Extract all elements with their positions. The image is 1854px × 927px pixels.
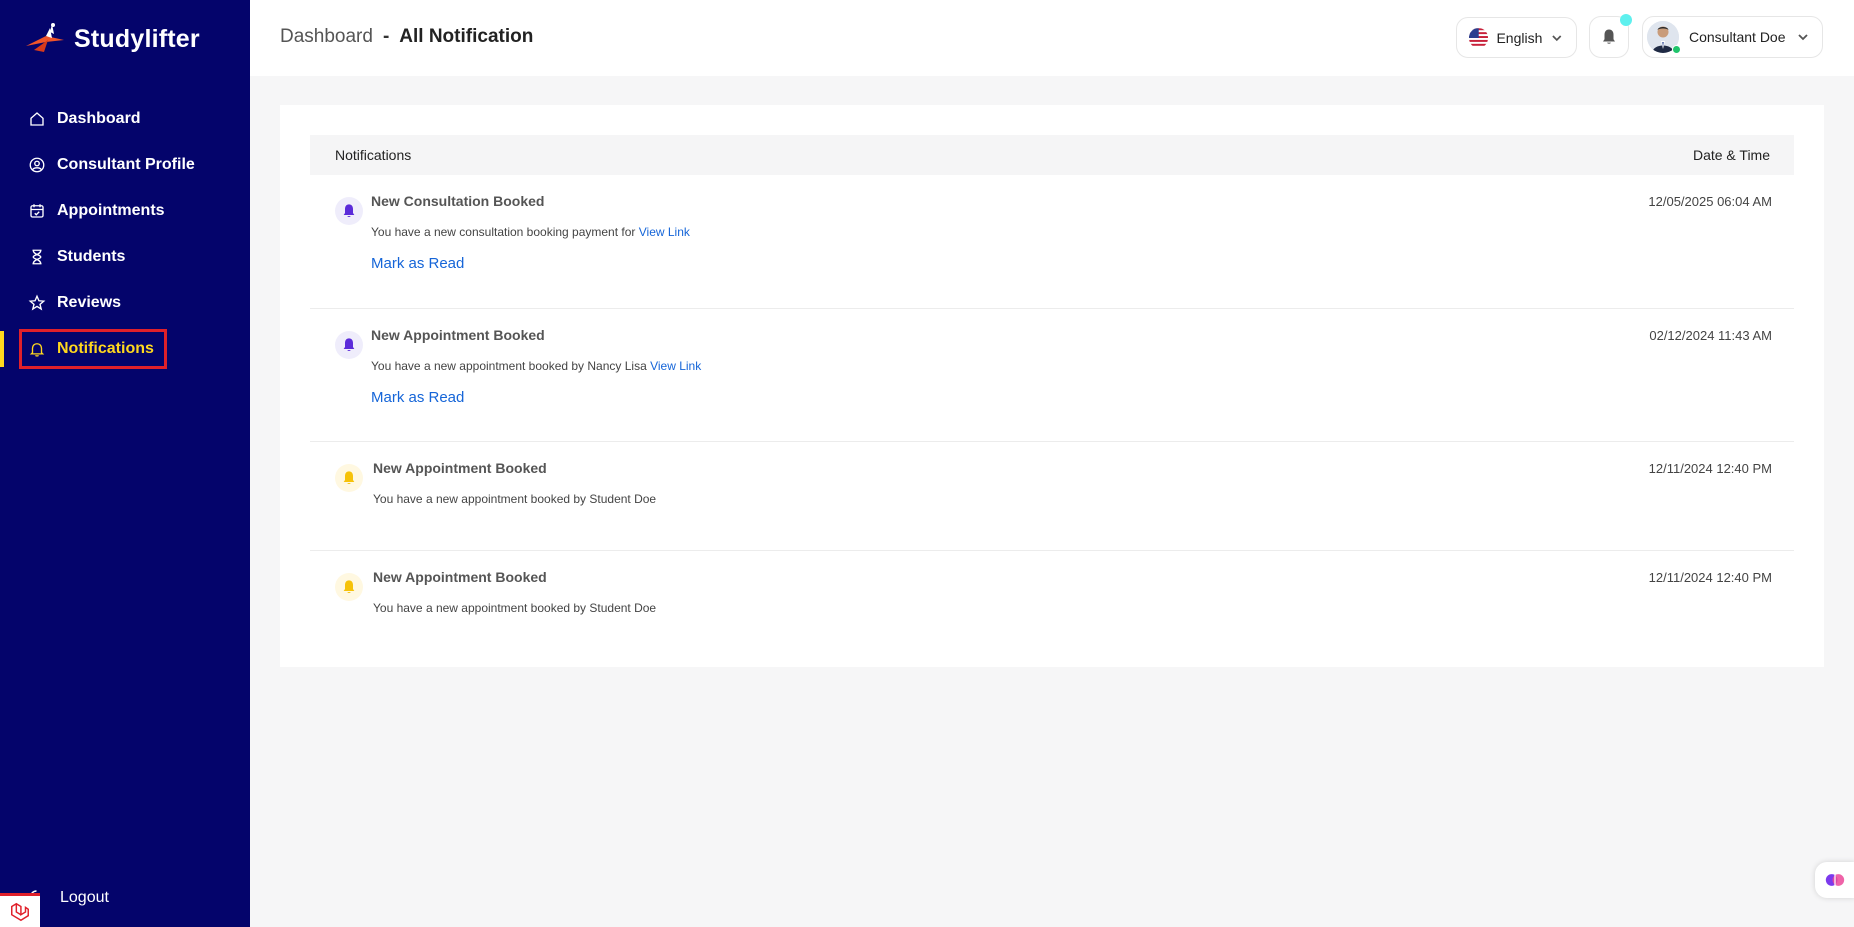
sidebar-item-label: Appointments bbox=[57, 202, 165, 219]
sidebar-item-label: Dashboard bbox=[57, 110, 141, 127]
view-link[interactable]: View Link bbox=[650, 359, 701, 373]
mark-as-read-link[interactable]: Mark as Read bbox=[371, 389, 464, 406]
chevron-down-icon bbox=[1552, 34, 1562, 41]
notification-title: New Appointment Booked bbox=[373, 569, 547, 585]
online-status-dot bbox=[1672, 45, 1681, 54]
logo-icon bbox=[26, 23, 64, 52]
bell-icon bbox=[1603, 29, 1615, 44]
notification-row: New Consultation Booked You have a new c… bbox=[310, 175, 1794, 309]
breadcrumb-separator: - bbox=[382, 26, 390, 47]
sidebar-nav: Dashboard Consultant Profile Appointment… bbox=[0, 96, 250, 372]
star-icon bbox=[28, 294, 46, 311]
bell-icon bbox=[29, 343, 45, 357]
sidebar-item-consultant-profile[interactable]: Consultant Profile bbox=[0, 142, 250, 188]
notification-bell-icon bbox=[335, 197, 363, 225]
hourglass-icon bbox=[32, 249, 42, 265]
sidebar-item-label: Reviews bbox=[57, 294, 122, 311]
notification-row: New Appointment Booked You have a new ap… bbox=[310, 442, 1794, 551]
laravel-debug-icon[interactable] bbox=[0, 893, 40, 927]
column-header-notifications: Notifications bbox=[335, 147, 412, 163]
notification-datetime: 12/11/2024 12:40 PM bbox=[1648, 461, 1772, 476]
notification-title: New Consultation Booked bbox=[371, 193, 545, 209]
user-name: Consultant Doe bbox=[1689, 29, 1786, 45]
user-menu[interactable]: Consultant Doe bbox=[1642, 16, 1823, 58]
brand-name: Studylifter bbox=[74, 24, 200, 53]
calendar-icon bbox=[30, 204, 44, 218]
notification-message-text: You have a new consultation booking paym… bbox=[371, 225, 639, 239]
avatar bbox=[1647, 21, 1681, 54]
assistant-widget-icon[interactable] bbox=[1815, 862, 1854, 898]
notifications-card: Notifications Date & Time New Consultati… bbox=[280, 105, 1824, 667]
notifications-button[interactable] bbox=[1589, 14, 1632, 58]
notification-title: New Appointment Booked bbox=[373, 460, 547, 476]
us-flag-icon bbox=[1469, 27, 1489, 48]
sidebar-item-students[interactable]: Students bbox=[0, 234, 250, 280]
notification-bell-icon bbox=[335, 464, 363, 492]
language-label: English bbox=[1496, 29, 1543, 46]
sidebar-item-reviews[interactable]: Reviews bbox=[0, 280, 250, 326]
home-icon bbox=[30, 112, 44, 126]
sidebar-item-label: Notifications bbox=[57, 340, 154, 357]
breadcrumb: Dashboard - All Notification bbox=[280, 26, 533, 48]
breadcrumb-root[interactable]: Dashboard bbox=[280, 26, 373, 48]
notification-message: You have a new appointment booked by Nan… bbox=[371, 359, 701, 373]
sidebar-item-appointments[interactable]: Appointments bbox=[0, 188, 250, 234]
notification-message: You have a new appointment booked by Stu… bbox=[373, 601, 657, 615]
sidebar-item-dashboard[interactable]: Dashboard bbox=[0, 96, 250, 142]
notification-bell-icon bbox=[335, 331, 363, 359]
language-selector[interactable]: English bbox=[1456, 17, 1577, 58]
chevron-down-icon bbox=[1798, 34, 1808, 41]
notification-datetime: 12/05/2025 06:04 AM bbox=[1648, 194, 1772, 209]
notification-message: You have a new appointment booked by Stu… bbox=[373, 492, 657, 506]
notification-message: You have a new consultation booking paym… bbox=[371, 225, 690, 239]
brand-logo[interactable]: Studylifter bbox=[24, 22, 200, 56]
mark-as-read-link[interactable]: Mark as Read bbox=[371, 255, 464, 272]
sidebar-item-label: Consultant Profile bbox=[57, 156, 195, 173]
table-header: Notifications Date & Time bbox=[310, 135, 1794, 175]
logout-label: Logout bbox=[60, 889, 109, 906]
sidebar-item-notifications[interactable]: Notifications bbox=[0, 326, 250, 372]
notification-datetime: 02/12/2024 11:43 AM bbox=[1649, 328, 1772, 343]
notification-dot bbox=[1620, 14, 1632, 26]
notification-message-text: You have a new appointment booked by Nan… bbox=[371, 359, 651, 373]
notification-bell-icon bbox=[335, 573, 363, 601]
top-bar: Dashboard - All Notification English Con… bbox=[250, 0, 1854, 76]
notification-title: New Appointment Booked bbox=[371, 327, 545, 343]
page-title: All Notification bbox=[399, 26, 534, 47]
notification-row: New Appointment Booked You have a new ap… bbox=[310, 551, 1794, 651]
user-circle-icon bbox=[29, 157, 45, 173]
column-header-datetime: Date & Time bbox=[1692, 147, 1770, 163]
notification-datetime: 12/11/2024 12:40 PM bbox=[1648, 570, 1772, 585]
view-link[interactable]: View Link bbox=[639, 225, 690, 239]
sidebar: Studylifter Dashboard Consultant Profile… bbox=[0, 0, 250, 927]
sidebar-item-label: Students bbox=[57, 248, 126, 265]
notification-row: New Appointment Booked You have a new ap… bbox=[310, 309, 1794, 442]
